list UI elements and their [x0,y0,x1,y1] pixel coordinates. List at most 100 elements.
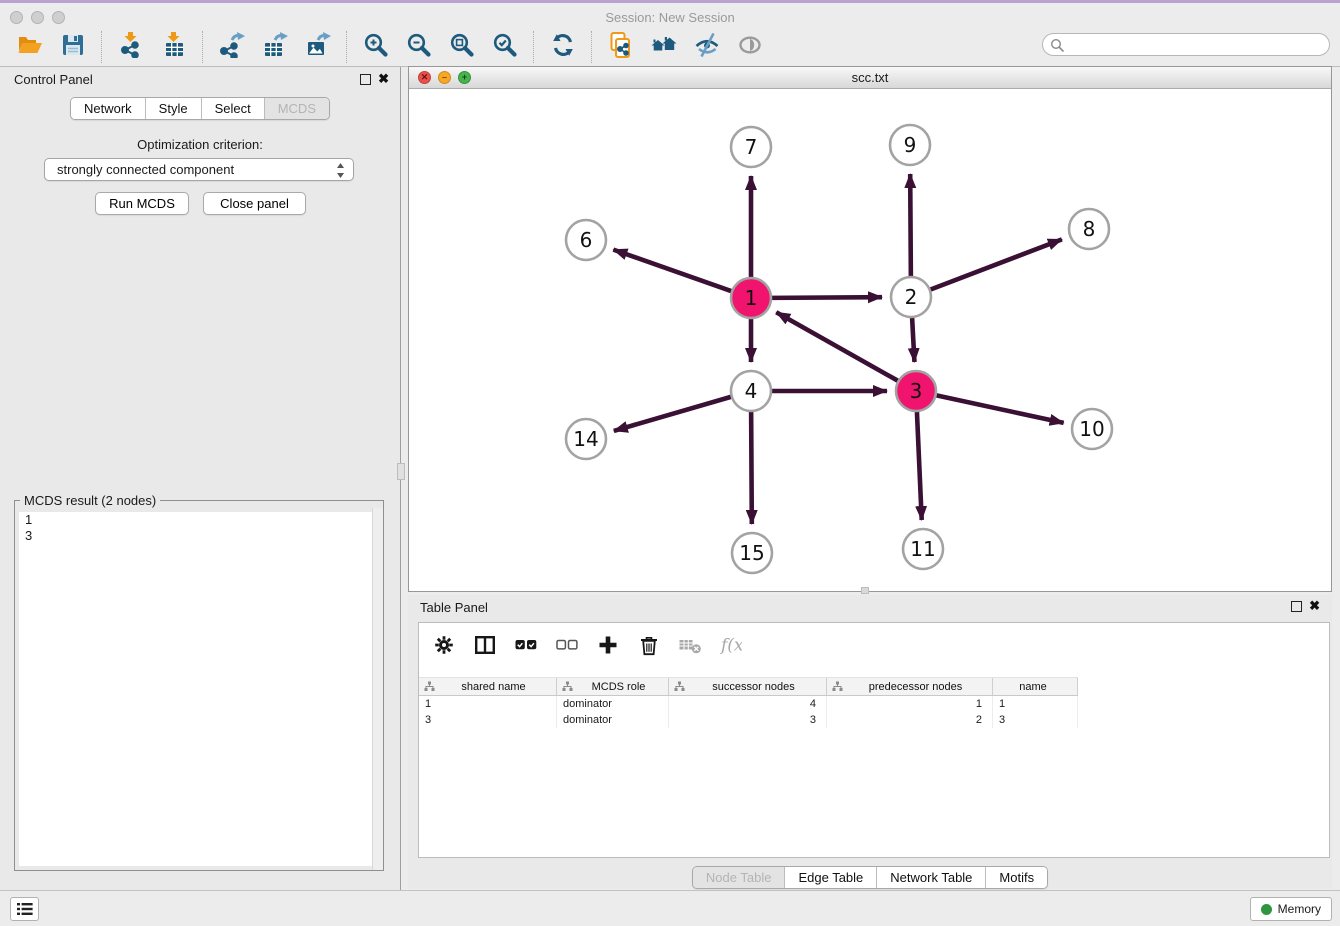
table-panel-title: Table Panel [420,600,488,615]
tab-mcds[interactable]: MCDS [264,98,329,119]
search-input[interactable] [1069,35,1321,54]
home-view-button[interactable] [642,30,685,64]
control-panel-title: Control Panel [14,72,93,87]
mcds-result-list: 13 [19,512,379,866]
export-network-icon [219,32,245,63]
node-label: 10 [1079,417,1104,441]
graph-node-8[interactable]: 8 [1069,209,1109,249]
select-all-rows-button[interactable] [513,634,539,660]
control-panel-float-icon[interactable] [360,74,371,85]
graph-node-6[interactable]: 6 [566,220,606,260]
zoom-out-button[interactable] [397,30,440,64]
zoom-selected-button[interactable] [483,30,526,64]
memory-status-icon [1261,904,1272,915]
tab-network-table[interactable]: Network Table [876,867,985,888]
open-session-icon [17,32,43,63]
column-header-label: predecessor nodes [843,681,992,693]
edge-2-9[interactable] [910,174,911,276]
graph-node-10[interactable]: 10 [1072,409,1112,449]
result-scrollbar[interactable] [372,508,383,870]
memory-button[interactable]: Memory [1250,897,1332,921]
horizontal-splitter-handle[interactable] [861,587,869,594]
edge-2-8[interactable] [931,239,1062,289]
hide-graphics-details-button[interactable] [685,30,728,64]
add-column-button[interactable] [595,634,621,660]
task-history-button[interactable] [10,897,39,921]
table-header-row: shared nameMCDS rolesuccessor nodes prede… [419,677,1078,696]
graph-node-15[interactable]: 15 [732,533,772,573]
tab-style[interactable]: Style [145,98,201,119]
edge-2-3[interactable] [912,318,914,362]
delete-row-button[interactable] [636,634,662,660]
column-header-successor-nodes[interactable]: successor nodes [669,678,827,696]
network-frame-title: scc.txt [409,70,1331,85]
graph-node-4[interactable]: 4 [731,371,771,411]
optimization-criterion-value: strongly connected component [57,162,234,177]
toolbar-separator [202,31,203,63]
graph-node-11[interactable]: 11 [903,529,943,569]
graph-node-3[interactable]: 3 [896,371,936,411]
delete-row-icon [638,634,660,661]
mcds-result-item: 1 [19,512,379,528]
save-session-button[interactable] [51,30,94,64]
mcds-result-group: MCDS result (2 nodes) 13 [14,493,384,871]
edge-3-11[interactable] [917,412,922,520]
zoom-in-icon [363,32,389,63]
tab-motifs[interactable]: Motifs [985,867,1047,888]
deselect-all-rows-button[interactable] [554,634,580,660]
graph-node-2[interactable]: 2 [891,277,931,317]
edge-4-14[interactable] [614,397,731,431]
tab-node-table[interactable]: Node Table [693,867,785,888]
toolbar-separator [101,31,102,63]
birds-eye-view-button[interactable] [728,30,771,64]
edge-1-6[interactable] [613,250,731,291]
column-header-label: shared name [435,681,556,693]
column-header-shared-name[interactable]: shared name [419,678,557,696]
table-settings-button[interactable] [431,634,457,660]
column-header-MCDS-role[interactable]: MCDS role [557,678,669,696]
graph-node-14[interactable]: 14 [566,419,606,459]
control-panel-close-icon[interactable]: ✖ [378,71,389,86]
column-header-name[interactable]: name [993,678,1078,696]
open-session-button[interactable] [8,30,51,64]
network-canvas[interactable]: 7 9 6 8 1 2 4 3 14 10 15 11 [409,89,1331,591]
node-label: 2 [905,285,918,309]
export-image-button[interactable] [296,30,339,64]
graph-node-7[interactable]: 7 [731,127,771,167]
export-table-button[interactable] [253,30,296,64]
tab-network[interactable]: Network [71,98,145,119]
zoom-fit-button[interactable] [440,30,483,64]
table-settings-icon [433,634,455,661]
run-mcds-button[interactable]: Run MCDS [95,192,189,215]
table-row[interactable]: 3dominator323 [419,712,1329,728]
vertical-splitter-handle[interactable] [397,463,405,480]
graph-node-1[interactable]: 1 [731,278,771,318]
node-label: 8 [1083,217,1096,241]
tab-select[interactable]: Select [201,98,264,119]
refresh-layout-button[interactable] [541,30,584,64]
refresh-layout-icon [550,32,576,63]
close-panel-button[interactable]: Close panel [203,192,306,215]
graph-node-9[interactable]: 9 [890,125,930,165]
node-label: 11 [910,537,935,561]
import-table-button[interactable] [152,30,195,64]
zoom-in-button[interactable] [354,30,397,64]
edge-1-2[interactable] [772,297,882,298]
node-label: 6 [580,228,593,252]
table-row[interactable]: 1dominator411 [419,696,1329,712]
show-columns-button[interactable] [472,634,498,660]
tab-edge-table[interactable]: Edge Table [784,867,876,888]
control-panel: Control Panel ✖ NetworkStyleSelectMCDS O… [0,67,401,890]
export-network-button[interactable] [210,30,253,64]
edge-3-10[interactable] [937,395,1064,422]
copy-network-button[interactable] [599,30,642,64]
table-panel-close-icon[interactable]: ✖ [1309,598,1320,613]
edge-3-1[interactable] [776,312,897,380]
import-network-button[interactable] [109,30,152,64]
edge-4-15[interactable] [751,412,752,524]
memory-button-label: Memory [1278,902,1321,916]
optimization-criterion-select[interactable]: strongly connected component [44,158,354,181]
table-panel-float-icon[interactable] [1291,601,1302,612]
search-box [1042,33,1330,56]
column-header-predecessor-nodes[interactable]: predecessor nodes [827,678,993,696]
